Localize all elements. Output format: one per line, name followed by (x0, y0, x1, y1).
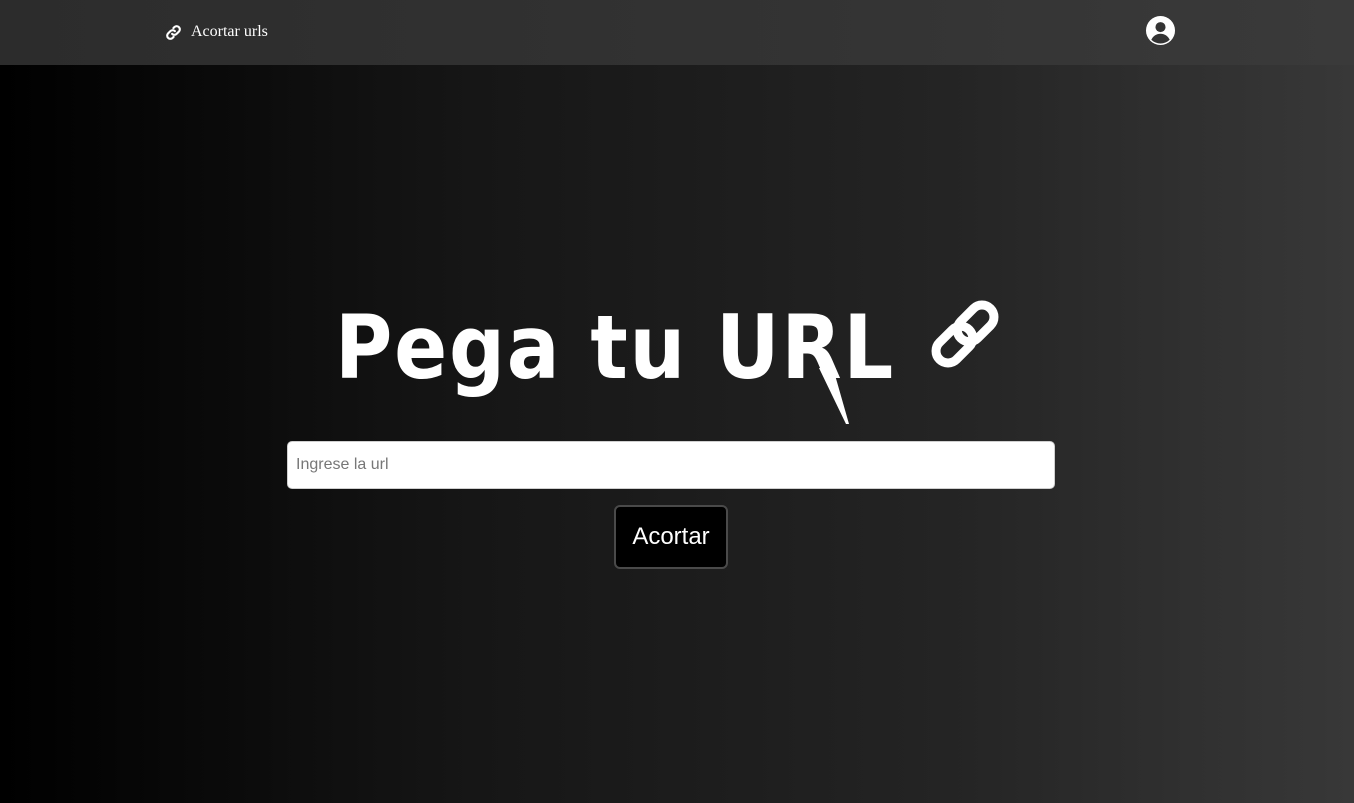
user-circle-icon (1145, 15, 1176, 46)
shorten-button[interactable]: Acortar (614, 505, 728, 569)
link-icon (165, 24, 182, 41)
brand-label: Acortar urls (191, 23, 268, 40)
hero-title-text: Pega tu URL (335, 296, 895, 399)
link-icon (931, 300, 999, 368)
hero-title: Pega tu URL (335, 290, 1025, 430)
brand-link[interactable]: Acortar urls (165, 20, 268, 44)
top-navbar: Acortar urls (0, 0, 1354, 65)
user-account-button[interactable] (1145, 15, 1176, 46)
url-input[interactable] (287, 441, 1055, 489)
